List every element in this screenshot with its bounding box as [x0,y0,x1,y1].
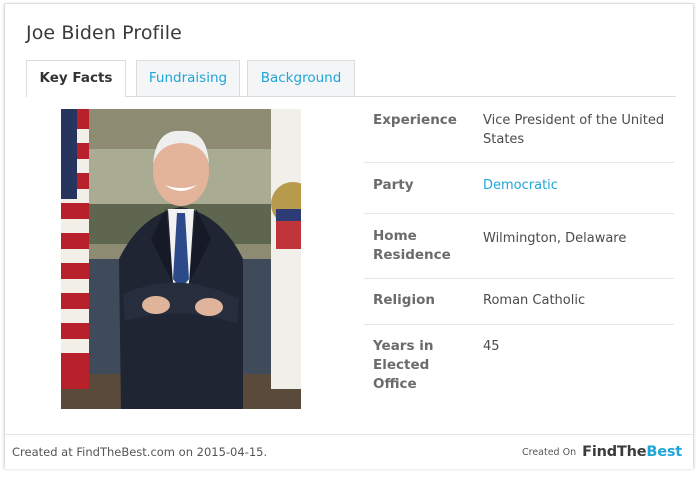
tab-fundraising[interactable]: Fundraising [136,60,240,96]
page-title: Joe Biden Profile [26,22,182,44]
findthebest-logo[interactable]: FindTheBest [582,444,682,460]
created-on-label: Created On [521,446,577,458]
brand-part-2: Best [646,444,682,460]
fact-value: 45 [483,339,500,354]
fact-row-experience: Experience Vice President of the United … [364,99,674,163]
fact-label: Experience [373,112,457,128]
footer: Created at FindTheBest.com on 2015-04-15… [5,434,693,469]
fact-label: Home Residence [373,228,451,263]
fact-value: Wilmington, Delaware [483,231,627,246]
fact-label: Party [373,177,414,193]
fact-row-home-residence: Home Residence Wilmington, Delaware [364,214,674,279]
fact-label: Religion [373,292,435,308]
fact-row-party: Party Democratic [364,163,674,214]
tab-key-facts[interactable]: Key Facts [26,60,126,97]
created-date-text: Created at FindTheBest.com on 2015-04-15… [12,445,268,459]
brand-part-1: FindThe [582,444,647,460]
brand-credit[interactable]: Created On FindTheBest [522,443,682,461]
fact-row-religion: Religion Roman Catholic [364,279,674,325]
fact-label: Years in Elected Office [373,338,434,392]
key-facts-table: Experience Vice President of the United … [364,99,674,392]
profile-card: Joe Biden Profile Key Facts Fundraising … [4,3,694,469]
fact-value: Roman Catholic [483,293,586,308]
tab-background[interactable]: Background [247,60,355,96]
fact-row-years-in-office: Years in Elected Office 45 [364,325,674,392]
fact-value: Vice President of the United States [483,113,665,147]
party-link[interactable]: Democratic [483,176,668,195]
profile-photo [61,109,301,409]
tab-bar: Key Facts Fundraising Background [26,60,676,97]
